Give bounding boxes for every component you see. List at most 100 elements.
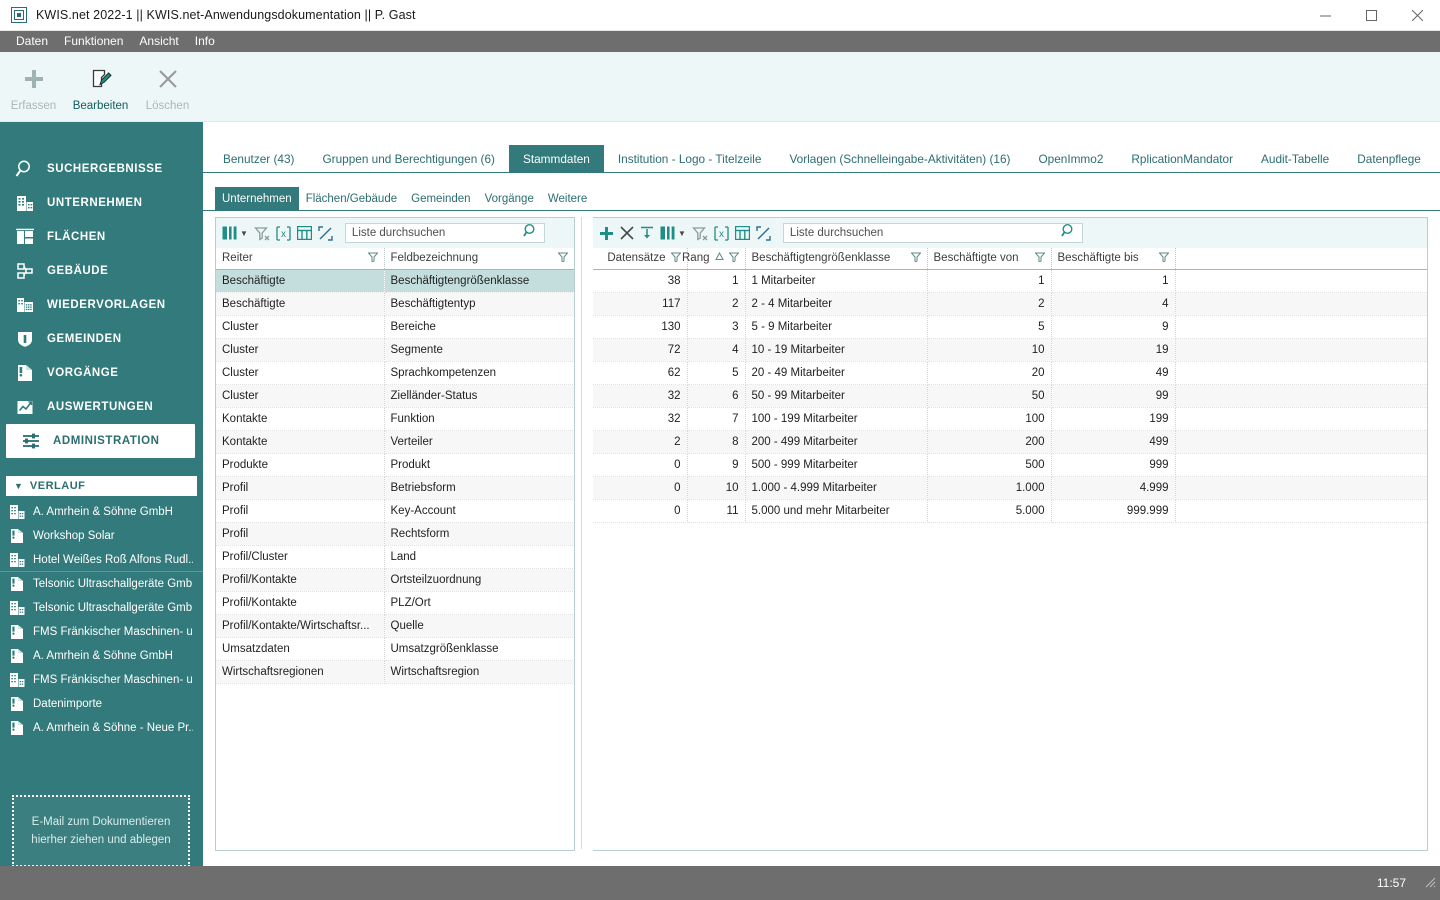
menu-item-info[interactable]: Info <box>187 31 223 52</box>
subtab-flaechen-gebaeude[interactable]: Flächen/Gebäude <box>299 187 404 210</box>
subtab-unternehmen[interactable]: Unternehmen <box>215 187 299 210</box>
expand-all-icon[interactable] <box>756 223 771 243</box>
sort-asc-icon[interactable] <box>714 252 724 264</box>
table-row[interactable]: Kontakte Verteiler <box>216 430 574 454</box>
col-datensaetze[interactable]: Datensätze <box>593 248 688 270</box>
filter-icon[interactable] <box>366 252 379 265</box>
col-rang[interactable]: Rang <box>682 248 746 270</box>
caret-down-icon[interactable]: ▼ <box>678 229 686 238</box>
table-row[interactable]: Beschäftigte Beschäftigtentyp <box>216 292 574 316</box>
table-row[interactable]: Beschäftigte Beschäftigtengrößenklasse <box>216 269 574 293</box>
sidebar-item-flaechen[interactable]: FLÄCHEN <box>0 220 195 254</box>
col-beschaeftigte-von[interactable]: Beschäftigte von <box>927 248 1052 270</box>
table-row[interactable]: Cluster Zielländer-Status <box>216 384 574 408</box>
table-row[interactable]: 72 4 10 - 19 Mitarbeiter 10 19 <box>593 338 1427 362</box>
table-row[interactable]: 32 7 100 - 199 Mitarbeiter 100 199 <box>593 407 1427 431</box>
history-item[interactable]: Datenimporte <box>0 692 203 716</box>
clear-filter-icon[interactable] <box>692 223 708 243</box>
table-row[interactable]: Profil/Kontakte/Wirtschaftsr... Quelle <box>216 614 574 638</box>
excel-export-icon[interactable]: x <box>276 223 291 243</box>
excel-export-icon[interactable]: x <box>714 223 729 243</box>
menu-item-funktionen[interactable]: Funktionen <box>56 31 131 52</box>
filter-icon[interactable] <box>556 252 569 265</box>
table-row[interactable]: Kontakte Funktion <box>216 407 574 431</box>
table-row[interactable]: 2 8 200 - 499 Mitarbeiter 200 499 <box>593 430 1427 454</box>
tab-datenpflege[interactable]: Datenpflege <box>1343 145 1435 172</box>
subtab-weitere[interactable]: Weitere <box>541 187 594 210</box>
table-row[interactable]: Wirtschaftsregionen Wirtschaftsregion <box>216 660 574 684</box>
history-item[interactable]: FMS Fränkischer Maschinen- u... <box>0 668 203 692</box>
minimize-icon[interactable] <box>1302 0 1348 31</box>
filter-icon[interactable] <box>669 252 682 265</box>
tab-gruppen-berechtigungen[interactable]: Gruppen und Berechtigungen (6) <box>308 145 508 172</box>
col-feldbezeichnung[interactable]: Feldbezeichnung <box>384 248 574 270</box>
bearbeiten-button[interactable]: Bearbeiten <box>67 58 134 112</box>
sidebar-item-gemeinden[interactable]: GEMEINDEN <box>0 322 195 356</box>
table-row[interactable]: Profil Key-Account <box>216 499 574 523</box>
history-item[interactable]: A. Amrhein & Söhne GmbH <box>0 644 203 668</box>
table-row[interactable]: 0 9 500 - 999 Mitarbeiter 500 999 <box>593 453 1427 477</box>
verlauf-header[interactable]: ▼ VERLAUF <box>6 476 197 496</box>
table-row[interactable]: Produkte Produkt <box>216 453 574 477</box>
column-chooser-icon[interactable] <box>222 223 237 243</box>
col-beschaeftigtengroessenklasse[interactable]: Beschäftigtengrößenklasse <box>745 248 928 270</box>
table-row[interactable]: 38 1 1 Mitarbeiter 1 1 <box>593 269 1427 293</box>
sidebar-item-auswertungen[interactable]: AUSWERTUNGEN <box>0 390 195 424</box>
history-item[interactable]: Telsonic Ultraschallgeräte Gmb... <box>0 596 203 620</box>
left-search-input[interactable]: Liste durchsuchen <box>344 223 545 243</box>
history-item[interactable]: Hotel Weißes Roß Alfons Rudl... <box>0 548 203 572</box>
search-icon[interactable] <box>1061 223 1076 243</box>
grid-layout-icon[interactable] <box>734 223 750 243</box>
table-row[interactable]: Profil/Cluster Land <box>216 545 574 569</box>
tab-vorlagen[interactable]: Vorlagen (Schnelleingabe-Aktivitäten) (1… <box>775 145 1024 172</box>
right-search-input[interactable]: Liste durchsuchen <box>782 223 1083 243</box>
caret-down-icon[interactable]: ▼ <box>240 229 248 238</box>
tab-rplicationmandator[interactable]: RplicationMandator <box>1117 145 1247 172</box>
resize-grip-icon[interactable] <box>1422 874 1436 893</box>
erfassen-button[interactable]: Erfassen <box>0 58 67 112</box>
history-item[interactable]: A. Amrhein & Söhne - Neue Pr... <box>0 716 203 740</box>
maximize-icon[interactable] <box>1348 0 1394 31</box>
tab-institution-logo-titelzeile[interactable]: Institution - Logo - Titelzeile <box>604 145 776 172</box>
table-row[interactable]: 130 3 5 - 9 Mitarbeiter 5 9 <box>593 315 1427 339</box>
table-row[interactable]: Umsatzdaten Umsatzgrößenklasse <box>216 637 574 661</box>
grid-layout-icon[interactable] <box>296 223 312 243</box>
close-icon[interactable] <box>1394 0 1440 31</box>
table-row[interactable]: 0 10 1.000 - 4.999 Mitarbeiter 1.000 4.999 <box>593 476 1427 500</box>
filter-icon[interactable] <box>909 252 922 265</box>
loeschen-button[interactable]: Löschen <box>134 58 201 112</box>
table-row[interactable]: Cluster Sprachkompetenzen <box>216 361 574 385</box>
table-row[interactable]: 0 11 5.000 und mehr Mitarbeiter 5.000 999.99… <box>593 499 1427 523</box>
sidebar-item-administration[interactable]: ADMINISTRATION <box>6 424 195 458</box>
table-row[interactable]: Profil Betriebsform <box>216 476 574 500</box>
history-item[interactable]: Workshop Solar <box>0 524 203 548</box>
close-x-icon[interactable] <box>620 223 634 243</box>
pane-splitter[interactable] <box>578 217 585 849</box>
menu-item-ansicht[interactable]: Ansicht <box>131 31 186 52</box>
table-row[interactable]: 62 5 20 - 49 Mitarbeiter 20 49 <box>593 361 1427 385</box>
col-beschaeftigte-bis[interactable]: Beschäftigte bis <box>1051 248 1176 270</box>
sidebar-item-suchergebnisse[interactable]: SUCHERGEBNISSE <box>0 152 195 186</box>
tab-stammdaten[interactable]: Stammdaten <box>508 145 604 172</box>
filter-icon[interactable] <box>1033 252 1046 265</box>
table-row[interactable]: Profil/Kontakte PLZ/Ort <box>216 591 574 615</box>
search-icon[interactable] <box>523 223 538 243</box>
filter-icon[interactable] <box>727 252 740 265</box>
column-chooser-icon[interactable] <box>660 223 675 243</box>
table-row[interactable]: Cluster Bereiche <box>216 315 574 339</box>
tab-openimmo2[interactable]: OpenImmo2 <box>1024 145 1117 172</box>
email-dropzone[interactable]: E-Mail zum Dokumentieren hierher ziehen … <box>12 795 190 867</box>
sidebar-item-gebaeude[interactable]: GEBÄUDE <box>0 254 195 288</box>
sidebar-item-unternehmen[interactable]: UNTERNEHMEN <box>0 186 195 220</box>
col-reiter[interactable]: Reiter <box>216 248 385 270</box>
sort-down-icon[interactable] <box>640 223 654 243</box>
table-row[interactable]: Profil/Kontakte Ortsteilzuordnung <box>216 568 574 592</box>
table-row[interactable]: Cluster Segmente <box>216 338 574 362</box>
filter-icon[interactable] <box>1157 252 1170 265</box>
tab-audit-tabelle[interactable]: Audit-Tabelle <box>1247 145 1343 172</box>
sidebar-item-vorgaenge[interactable]: VORGÄNGE <box>0 356 195 390</box>
plus-icon[interactable] <box>599 223 614 243</box>
subtab-vorgaenge[interactable]: Vorgänge <box>478 187 541 210</box>
subtab-gemeinden[interactable]: Gemeinden <box>404 187 477 210</box>
history-item[interactable]: A. Amrhein & Söhne GmbH <box>0 500 203 524</box>
